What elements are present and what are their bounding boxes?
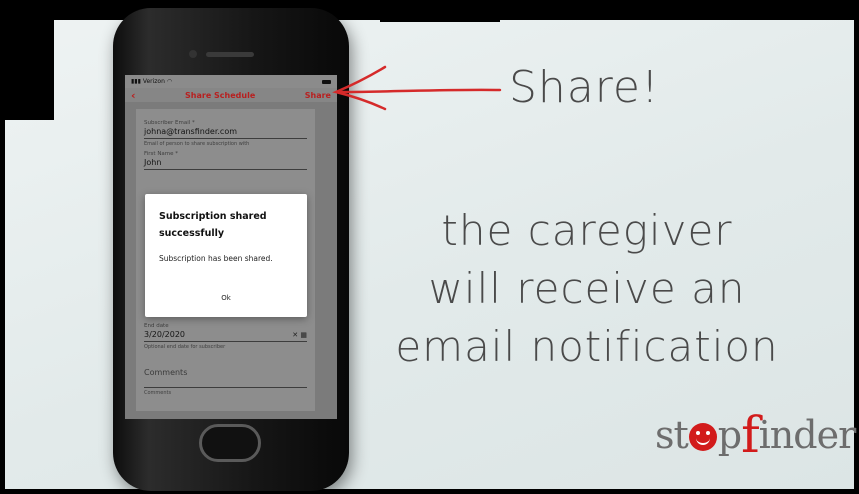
calendar-icon[interactable]: ✕ ▦	[292, 331, 307, 339]
share-button[interactable]: Share	[305, 91, 331, 100]
nav-bar: ‹ Share Schedule Share	[125, 88, 337, 102]
status-bar: ▮▮▮ Verizon ◠	[125, 75, 337, 88]
camera-icon	[189, 50, 197, 58]
phone-device: ▮▮▮ Verizon ◠ ‹ Share Schedule Share Sub…	[113, 8, 349, 491]
dialog-title: Subscription shared successfully	[159, 211, 267, 239]
carrier-label: ▮▮▮ Verizon ◠	[131, 78, 173, 85]
logo-text-f: f	[741, 406, 759, 464]
first-name-field[interactable]: John	[144, 157, 307, 170]
phone-screen: ▮▮▮ Verizon ◠ ‹ Share Schedule Share Sub…	[125, 75, 337, 419]
end-date-group: End date 3/20/2020 ✕ ▦ Optional end date…	[144, 319, 307, 396]
end-date-field[interactable]: 3/20/2020 ✕ ▦	[144, 329, 307, 342]
email-field[interactable]: johna@transfinder.com	[144, 126, 307, 139]
success-dialog: Subscription shared successfully Subscri…	[145, 194, 307, 317]
end-date-value: 3/20/2020	[144, 330, 186, 339]
video-frame: ▮▮▮ Verizon ◠ ‹ Share Schedule Share Sub…	[0, 0, 859, 494]
frame-corner	[0, 0, 54, 120]
caregiver-line-2: will receive an	[428, 264, 746, 313]
home-button[interactable]	[199, 424, 261, 462]
logo-text-start: st	[655, 413, 689, 457]
logo-text-p: p	[717, 413, 742, 457]
nav-title: Share Schedule	[185, 90, 256, 100]
ok-button[interactable]: Ok	[145, 294, 307, 302]
caregiver-line-3: email notification	[395, 322, 779, 371]
caregiver-annotation: the caregiver will receive an email noti…	[372, 202, 802, 376]
smiley-icon	[688, 423, 717, 451]
caregiver-line-1: the caregiver	[441, 206, 733, 255]
comments-input[interactable]: Comments	[144, 368, 307, 388]
chevron-left-icon[interactable]: ‹	[131, 89, 136, 102]
frame-notch	[380, 0, 500, 22]
comments-label: Comments	[144, 390, 172, 396]
dialog-message: Subscription has been shared.	[159, 254, 273, 263]
end-date-help: Optional end date for subscriber	[144, 344, 226, 350]
speaker-grille	[206, 52, 254, 57]
email-help: Email of person to share subscription wi…	[144, 141, 250, 147]
share-annotation: Share!	[509, 62, 660, 113]
logo-text-end: inder	[758, 413, 857, 457]
arrow-icon	[332, 65, 502, 111]
stopfinder-logo: st p f inder	[655, 406, 857, 464]
